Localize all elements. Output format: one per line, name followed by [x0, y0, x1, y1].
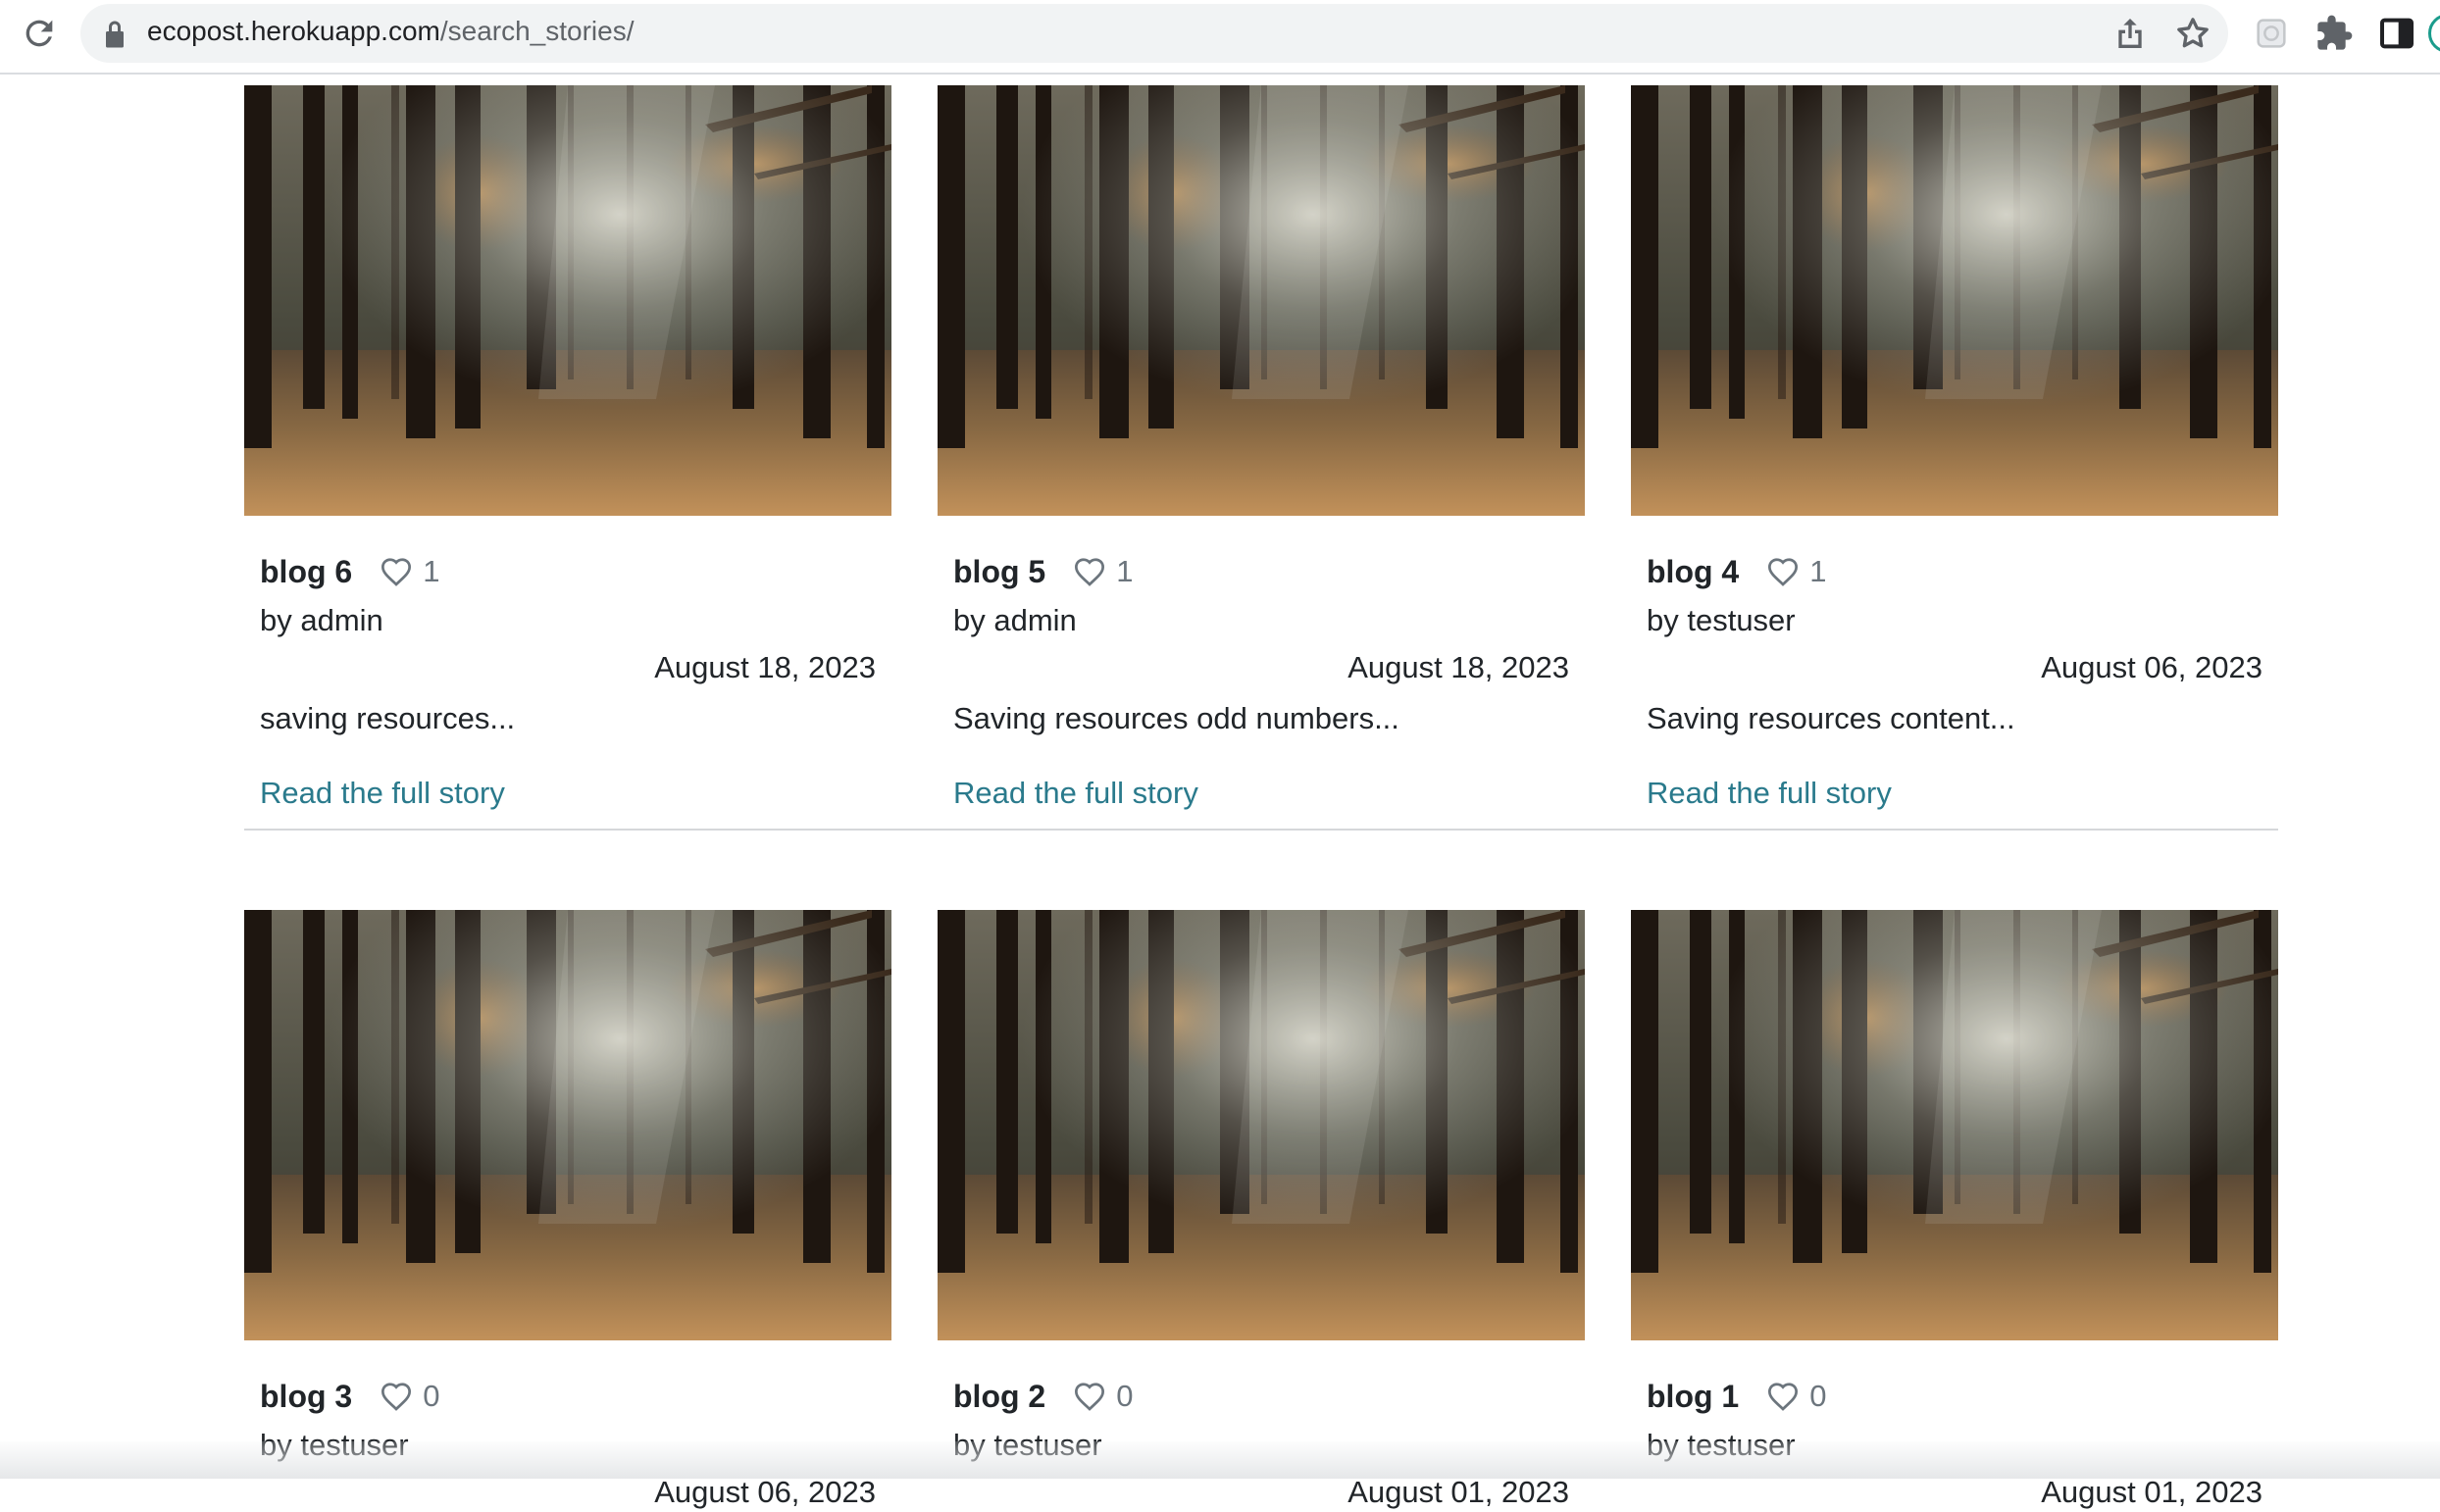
url-host: ecopost.herokuapp.com: [147, 16, 440, 46]
side-panel-icon[interactable]: [2377, 14, 2416, 53]
story-title: blog 3: [260, 1379, 353, 1414]
like-count: 1: [1116, 554, 1134, 588]
story-title: blog 4: [1647, 554, 1740, 589]
read-full-story-link[interactable]: Read the full story: [1647, 774, 1892, 813]
story-image[interactable]: [1631, 910, 2278, 1340]
window-bottom-edge: [0, 1441, 2440, 1479]
story-date: August 18, 2023: [1347, 650, 1569, 684]
heart-outline-icon[interactable]: [1766, 1382, 1800, 1411]
story-title-row: blog 4 1: [1647, 552, 1826, 591]
share-icon[interactable]: [2110, 14, 2150, 53]
reload-icon[interactable]: [20, 14, 59, 53]
extension-icon[interactable]: [2252, 14, 2291, 53]
story-title: blog 5: [953, 554, 1046, 589]
story-date: August 18, 2023: [654, 650, 876, 684]
story-image[interactable]: [1631, 85, 2278, 516]
like-count: 1: [423, 554, 440, 588]
story-author: by testuser: [1647, 603, 1796, 637]
heart-outline-icon[interactable]: [1073, 1382, 1106, 1411]
like-count: 0: [1809, 1379, 1827, 1413]
heart-outline-icon[interactable]: [1073, 557, 1106, 586]
story-title-row: blog 6 1: [260, 552, 439, 591]
story-image[interactable]: [244, 85, 891, 516]
story-date: August 06, 2023: [654, 1475, 876, 1509]
address-url[interactable]: ecopost.herokuapp.com/search_stories/: [147, 14, 635, 49]
url-path: /search_stories/: [439, 16, 635, 46]
story-title: blog 2: [953, 1379, 1046, 1414]
story-title-row: blog 1 0: [1647, 1377, 1826, 1416]
profile-avatar[interactable]: [2428, 14, 2440, 53]
story-date: August 01, 2023: [1347, 1475, 1569, 1509]
read-full-story-link[interactable]: Read the full story: [260, 774, 505, 813]
like-count: 0: [1116, 1379, 1134, 1413]
heart-outline-icon[interactable]: [380, 557, 413, 586]
story-title-row: blog 3 0: [260, 1377, 439, 1416]
row-divider: [244, 829, 2278, 831]
story-title: blog 6: [260, 554, 353, 589]
story-author: by admin: [260, 603, 383, 637]
story-image[interactable]: [244, 910, 891, 1340]
story-date: August 06, 2023: [2041, 650, 2262, 684]
star-icon[interactable]: [2173, 14, 2212, 53]
like-count: 0: [423, 1379, 440, 1413]
story-excerpt: Saving resources odd numbers...: [953, 701, 1399, 735]
story-title-row: blog 5 1: [953, 552, 1133, 591]
read-full-story-link[interactable]: Read the full story: [953, 774, 1198, 813]
story-title: blog 1: [1647, 1379, 1740, 1414]
lock-icon[interactable]: [102, 20, 127, 49]
story-author: by admin: [953, 603, 1077, 637]
heart-outline-icon[interactable]: [380, 1382, 413, 1411]
story-excerpt: saving resources...: [260, 701, 516, 735]
story-excerpt: Saving resources content...: [1647, 701, 2015, 735]
story-title-row: blog 2 0: [953, 1377, 1133, 1416]
browser-toolbar: ecopost.herokuapp.com/search_stories/: [0, 0, 2440, 75]
heart-outline-icon[interactable]: [1766, 557, 1800, 586]
puzzle-icon[interactable]: [2314, 14, 2354, 53]
story-image[interactable]: [938, 85, 1585, 516]
story-image[interactable]: [938, 910, 1585, 1340]
like-count: 1: [1809, 554, 1827, 588]
story-date: August 01, 2023: [2041, 1475, 2262, 1509]
